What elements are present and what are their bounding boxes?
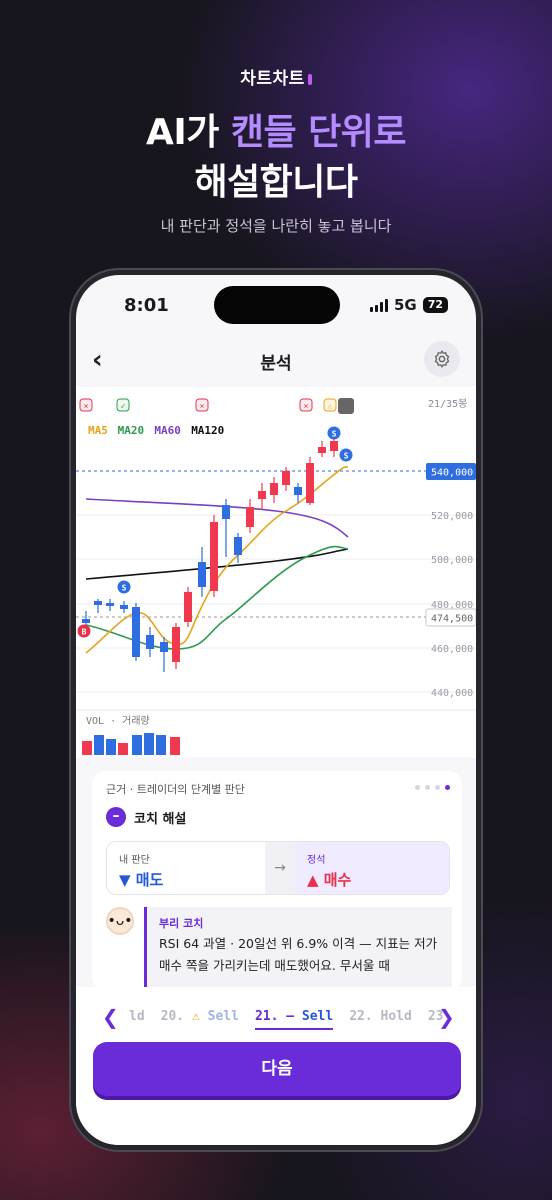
- candle-chart[interactable]: × ✓ × × ⚠ B S S S MA5 MA20 MA60 MA120 21/35봉 520,00…: [76, 387, 476, 757]
- dynamic-island: [214, 286, 340, 324]
- decision-compare: 내 판단 ▼ 매도 → 정석 ▲ 매수: [106, 841, 450, 895]
- coach-message: •ᴗ• 부리 코치 RSI 64 과열 · 20일선 위 6.9% 이격 — 지…: [106, 907, 452, 991]
- warning-marker-glyph: ⚠: [328, 402, 333, 411]
- candle-body: [198, 562, 206, 587]
- ma-legend-item: MA5: [88, 424, 108, 437]
- volume-bars: [82, 733, 180, 755]
- battery-icon: 72: [422, 297, 448, 313]
- candle-body: [270, 483, 278, 495]
- volume-bar: [82, 741, 92, 755]
- price-axis: 520,000500,000480,000460,000440,000: [431, 511, 473, 699]
- candle-body: [94, 601, 102, 605]
- volume-bar: [106, 739, 116, 755]
- signal-icon: [369, 298, 388, 312]
- bottom-bar: ❮ ld 20. ⚠ Sell 21. — Sell 22. Hold 23 ❯…: [76, 987, 476, 1145]
- coach-avatar: •ᴗ•: [106, 907, 134, 935]
- volume-bar: [94, 735, 104, 755]
- page-title: 분석: [260, 354, 292, 374]
- prev-arrow-icon[interactable]: ❮: [102, 1005, 119, 1029]
- price-tick-label: 460,000: [431, 644, 473, 655]
- price-tick-label: 440,000: [431, 688, 473, 699]
- status-time: 8:01: [124, 295, 169, 316]
- volume-bar: [118, 743, 128, 755]
- next-arrow-icon[interactable]: ❯: [438, 1005, 455, 1029]
- candle-body: [146, 635, 154, 649]
- sell-signal-glyph: S: [332, 430, 337, 439]
- candle-body: [246, 507, 254, 527]
- timeline-item[interactable]: 20. ⚠ Sell: [161, 1009, 239, 1030]
- sell-signal-glyph: S: [344, 452, 349, 461]
- bar-counter: 21/35봉: [428, 398, 467, 410]
- candle-body: [318, 447, 326, 453]
- candle-body: [234, 537, 242, 555]
- candle-body: [258, 491, 266, 499]
- candle-body: [160, 642, 168, 652]
- volume-label: VOL · 거래량: [86, 715, 150, 727]
- reference-price-tag: 474,500: [425, 608, 476, 627]
- current-price-tag: 540,000: [426, 463, 476, 480]
- coach-heading[interactable]: – 코치 해설: [106, 807, 186, 827]
- svg-text:474,500: 474,500: [431, 614, 473, 625]
- correct-marker-glyph: ✓: [121, 402, 126, 411]
- candle-body: [306, 463, 314, 503]
- timeline-item[interactable]: 22. Hold: [349, 1009, 412, 1030]
- candle-body: [132, 607, 140, 657]
- current-marker: [338, 398, 354, 414]
- candle-body: [82, 619, 90, 623]
- coach-bubble: 부리 코치 RSI 64 과열 · 20일선 위 6.9% 이격 — 지표는 저…: [144, 907, 452, 991]
- ma-legend-item: MA120: [191, 424, 224, 437]
- timeline-item[interactable]: ld: [129, 1009, 145, 1030]
- arrow-right-icon: →: [265, 842, 295, 894]
- my-decision: 내 판단 ▼ 매도: [119, 855, 164, 889]
- promo-headline: AI가 캔들 단위로 해설합니다: [145, 112, 407, 203]
- candle-body: [172, 627, 180, 662]
- candle-body: [330, 441, 338, 451]
- panel-title: 근거 · 트레이더의 단계별 판단: [106, 783, 245, 796]
- wrong-marker-glyph: ×: [200, 402, 205, 411]
- standard-decision: 정석 ▲ 매수: [295, 842, 449, 894]
- volume-bar: [144, 733, 154, 755]
- candle-body: [106, 603, 114, 606]
- buy-signal-glyph: B: [82, 628, 87, 637]
- volume-bar: [132, 735, 142, 755]
- ma-legend: MA5 MA20 MA60 MA120: [88, 424, 224, 437]
- collapse-icon[interactable]: –: [106, 807, 126, 827]
- network-label: 5G: [393, 296, 417, 314]
- candle-body: [282, 471, 290, 485]
- volume-bar: [170, 737, 180, 755]
- candle-body: [222, 505, 230, 519]
- brand-logo: 차트차트: [0, 64, 552, 89]
- gear-icon: [434, 350, 450, 368]
- settings-button[interactable]: [424, 341, 460, 377]
- ma-legend-item: MA60: [154, 424, 181, 437]
- page-dots[interactable]: [415, 785, 450, 790]
- candle-body: [184, 592, 192, 622]
- timeline-item-current[interactable]: 21. — Sell: [254, 1009, 334, 1030]
- chart-svg: × ✓ × × ⚠ B S S S MA5 MA20 MA60 MA120 21/35봉 520,00…: [76, 398, 476, 755]
- candle-body: [294, 487, 302, 495]
- price-tick-label: 500,000: [431, 555, 473, 566]
- candle-body: [120, 605, 128, 609]
- phone-frame: 8:01 5G 72 ‹ 분석 × ✓ × × ⚠ B S S S MA5 MA20 MA60 MA1…: [71, 270, 481, 1150]
- volume-bar: [156, 735, 166, 755]
- next-button[interactable]: 다음: [93, 1042, 461, 1096]
- price-tick-label: 520,000: [431, 511, 473, 522]
- candle-body: [210, 522, 218, 591]
- step-timeline: ❮ ld 20. ⚠ Sell 21. — Sell 22. Hold 23 ❯: [76, 1005, 476, 1035]
- analysis-panel: 근거 · 트레이더의 단계별 판단 – 코치 해설 내 판단 ▼ 매도 → 정석…: [92, 771, 462, 991]
- wrong-marker-glyph: ×: [304, 402, 309, 411]
- nav-bar: ‹ 분석: [76, 335, 476, 387]
- sell-signal-glyph: S: [122, 584, 127, 593]
- promo-subline: 내 판단과 정석을 나란히 놓고 봅니다: [160, 217, 392, 235]
- phone-screen: 8:01 5G 72 ‹ 분석 × ✓ × × ⚠ B S S S MA5 MA20 MA60 MA1…: [76, 275, 476, 1145]
- wrong-marker-glyph: ×: [84, 402, 89, 411]
- ma-legend-item: MA20: [118, 424, 145, 437]
- status-bar: 8:01 5G 72: [76, 275, 476, 335]
- svg-text:540,000: 540,000: [431, 468, 473, 479]
